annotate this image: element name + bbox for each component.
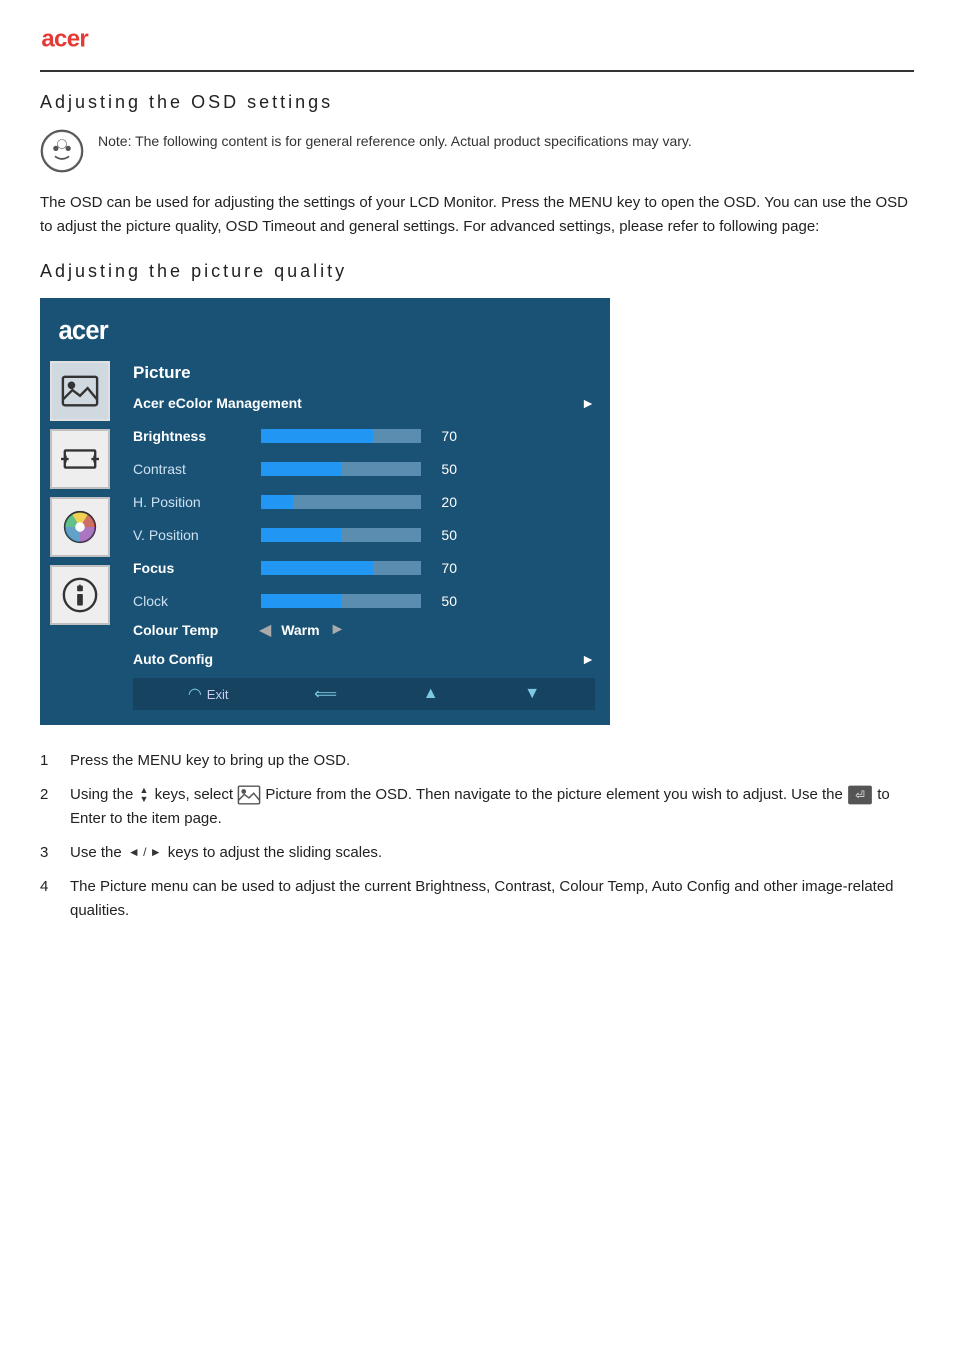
- osd-label-hposition: H. Position: [133, 494, 253, 510]
- osd-arrow-left-colourtemp[interactable]: ◀: [259, 620, 271, 640]
- page-header: acer: [0, 0, 954, 58]
- osd-sidebar: i: [41, 355, 119, 716]
- osd-row-contrast: Contrast 50: [133, 455, 595, 483]
- list-item-1: 1 Press the MENU key to bring up the OSD…: [40, 749, 914, 773]
- osd-row-ecolor: Acer eColor Management ►: [133, 389, 595, 417]
- osd-body: i Picture Acer eColor Management ► Brigh…: [41, 355, 609, 716]
- osd-bottom-bar: ◠ Exit ⟸ ▲ ▼: [133, 678, 595, 710]
- osd-row-colourtemp: Colour Temp ◀ Warm ►: [133, 620, 595, 640]
- svg-text:⏎: ⏎: [855, 790, 864, 802]
- section1-heading: Adjusting the OSD settings: [40, 92, 914, 113]
- note-row: ◯ Note: The following content is for gen…: [40, 129, 914, 173]
- list-num-4: 4: [40, 875, 70, 899]
- acer-logo: acer: [40, 18, 120, 58]
- osd-value-contrast: 50: [429, 461, 457, 477]
- osd-row-hposition: H. Position 20: [133, 488, 595, 516]
- list-num-2: 2: [40, 783, 70, 807]
- osd-slider-brightness[interactable]: [261, 429, 421, 443]
- osd-label-vposition: V. Position: [133, 527, 253, 543]
- osd-menu-title: Picture: [133, 363, 595, 383]
- osd-sidebar-picture[interactable]: [50, 361, 110, 421]
- osd-header: acer: [41, 299, 609, 355]
- osd-row-focus: Focus 70: [133, 554, 595, 582]
- osd-content: Picture Acer eColor Management ► Brightn…: [119, 355, 609, 716]
- osd-label-focus: Focus: [133, 560, 253, 576]
- list-num-3: 3: [40, 841, 70, 865]
- osd-row-brightness: Brightness 70: [133, 422, 595, 450]
- list-num-1: 1: [40, 749, 70, 773]
- osd-arrow-ecolor: ►: [581, 395, 595, 411]
- osd-bottom-up[interactable]: ▲: [423, 685, 439, 703]
- list-content-4: The Picture menu can be used to adjust t…: [70, 875, 914, 923]
- lr-arrows: ◄ / ►: [128, 843, 162, 862]
- osd-acer-logo: acer: [57, 311, 147, 347]
- exit-icon: ◠: [188, 684, 202, 704]
- osd-value-hposition: 20: [429, 494, 457, 510]
- svg-text:acer: acer: [59, 317, 109, 345]
- osd-label-autoconfig: Auto Config: [133, 651, 253, 667]
- down-arrow-icon: ▼: [524, 685, 540, 703]
- list-item-4: 4 The Picture menu can be used to adjust…: [40, 875, 914, 923]
- osd-sidebar-info[interactable]: i: [50, 565, 110, 625]
- osd-sidebar-color[interactable]: [50, 497, 110, 557]
- section2-heading: Adjusting the picture quality: [40, 261, 914, 282]
- osd-value-colourtemp: Warm: [277, 622, 323, 638]
- enter-icon: ⟸: [314, 684, 337, 704]
- osd-row-vposition: V. Position 50: [133, 521, 595, 549]
- list-item-2: 2 Using the ▲▼ keys, select Picture from…: [40, 783, 914, 831]
- osd-sidebar-geometry[interactable]: [50, 429, 110, 489]
- osd-arrow-right-colourtemp[interactable]: ►: [329, 621, 345, 639]
- osd-bottom-exit[interactable]: ◠ Exit: [188, 684, 229, 704]
- note-text: Note: The following content is for gener…: [98, 129, 692, 152]
- picture-icon-inline: [237, 785, 261, 805]
- osd-value-focus: 70: [429, 560, 457, 576]
- osd-slider-focus[interactable]: [261, 561, 421, 575]
- osd-slider-hposition[interactable]: [261, 495, 421, 509]
- osd-slider-clock[interactable]: [261, 594, 421, 608]
- list-content-3: Use the ◄ / ► keys to adjust the sliding…: [70, 841, 914, 865]
- list-item-3: 3 Use the ◄ / ► keys to adjust the slidi…: [40, 841, 914, 865]
- osd-label-clock: Clock: [133, 593, 253, 609]
- instructions-list: 1 Press the MENU key to bring up the OSD…: [40, 749, 914, 923]
- up-down-arrows: ▲▼: [140, 786, 149, 804]
- osd-bottom-down[interactable]: ▼: [524, 685, 540, 703]
- enter-icon-inline: ⏎: [847, 785, 873, 805]
- osd-value-vposition: 50: [429, 527, 457, 543]
- osd-slider-contrast[interactable]: [261, 462, 421, 476]
- main-content: Adjusting the OSD settings ◯ Note: The f…: [0, 72, 954, 973]
- body-paragraph: The OSD can be used for adjusting the se…: [40, 191, 914, 239]
- osd-label-contrast: Contrast: [133, 461, 253, 477]
- osd-label-brightness: Brightness: [133, 428, 253, 444]
- osd-label-colourtemp: Colour Temp: [133, 622, 253, 638]
- osd-value-clock: 50: [429, 593, 457, 609]
- osd-menu-container: acer: [40, 298, 610, 725]
- osd-bottom-enter[interactable]: ⟸: [314, 684, 337, 704]
- note-icon: ◯: [40, 129, 84, 173]
- osd-arrow-autoconfig: ►: [581, 651, 595, 667]
- osd-value-brightness: 70: [429, 428, 457, 444]
- osd-row-clock: Clock 50: [133, 587, 595, 615]
- osd-row-autoconfig: Auto Config ►: [133, 645, 595, 673]
- list-content-1: Press the MENU key to bring up the OSD.: [70, 749, 914, 773]
- osd-slider-vposition[interactable]: [261, 528, 421, 542]
- up-arrow-icon: ▲: [423, 685, 439, 703]
- svg-text:acer: acer: [41, 25, 88, 52]
- osd-label-ecolor: Acer eColor Management: [133, 395, 302, 411]
- list-content-2: Using the ▲▼ keys, select Picture from t…: [70, 783, 914, 831]
- osd-exit-label: Exit: [207, 687, 229, 702]
